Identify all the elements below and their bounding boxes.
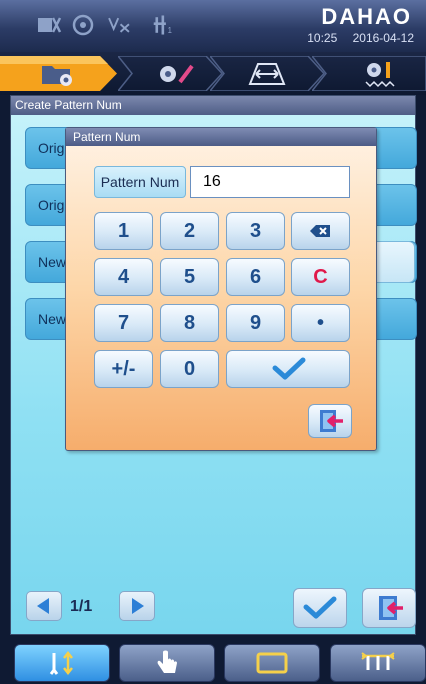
backspace-key[interactable] [291, 212, 350, 250]
key-5[interactable]: 5 [160, 258, 219, 296]
needle-position-icon: 1 [153, 15, 172, 35]
manual-button[interactable] [119, 644, 215, 682]
frame-icon [256, 652, 288, 674]
checkmark-icon [272, 357, 306, 380]
key-3[interactable]: 3 [226, 212, 285, 250]
tab-pattern-embroider[interactable] [312, 56, 426, 91]
exit-button[interactable] [362, 588, 416, 628]
key-2[interactable]: 2 [160, 212, 219, 250]
key-1[interactable]: 1 [94, 212, 153, 250]
checkmark-icon [303, 596, 337, 619]
page-title: Create Pattern Num [11, 96, 415, 115]
dialog-title: Pattern Num [66, 128, 376, 146]
plus-minus-key[interactable]: +/- [94, 350, 153, 388]
brand-logo: DAHAO [321, 4, 412, 29]
key-4[interactable]: 4 [94, 258, 153, 296]
key-6[interactable]: 6 [226, 258, 285, 296]
prev-page-button[interactable] [26, 591, 62, 621]
flower-stitch-icon [365, 62, 395, 88]
key-8[interactable]: 8 [160, 304, 219, 342]
tab-pattern-width[interactable] [210, 56, 325, 91]
dot-key[interactable]: • [291, 304, 350, 342]
arrow-right-icon [132, 598, 144, 614]
clear-key[interactable]: C [291, 258, 350, 296]
pattern-num-input[interactable]: 16 [190, 166, 350, 198]
key-0[interactable]: 0 [160, 350, 219, 388]
status-bar: 1 DAHAO 10:25 2016-04-12 [0, 0, 426, 52]
tab-pattern-manage[interactable] [0, 56, 118, 91]
page-indicator: 1/1 [70, 598, 93, 615]
clock: 10:25 2016-04-12 [307, 31, 414, 45]
pattern-card-icon [38, 17, 62, 33]
enter-key[interactable] [226, 350, 350, 388]
dialog-exit-button[interactable] [308, 404, 352, 438]
frame-button[interactable] [224, 644, 320, 682]
tab-pattern-edit[interactable] [118, 56, 223, 91]
exit-door-icon [320, 410, 343, 432]
time-text: 10:25 [307, 31, 338, 45]
needle-off-icon [108, 17, 130, 33]
hand-pointer-icon [157, 650, 177, 673]
key-7[interactable]: 7 [94, 304, 153, 342]
arrow-left-icon [37, 598, 49, 614]
next-page-button[interactable] [119, 591, 155, 621]
needle-updown-icon [49, 650, 73, 676]
stitch-mode-button[interactable] [14, 644, 110, 682]
pattern-num-dialog: Pattern Num Pattern Num 16 1 2 3 4 5 6 C… [65, 127, 377, 451]
svg-text:1: 1 [168, 26, 172, 35]
exit-door-icon [379, 596, 403, 620]
date-text: 2016-04-12 [352, 31, 414, 45]
confirm-button[interactable] [293, 588, 347, 628]
backspace-icon [310, 225, 330, 237]
bottom-toolbar [0, 638, 426, 684]
width-arrows-icon [248, 63, 286, 85]
flower-pen-icon [160, 64, 194, 84]
needles-icon [361, 652, 395, 670]
spool-icon [72, 14, 94, 36]
pattern-num-label: Pattern Num [94, 166, 186, 198]
folder-flower-icon [42, 66, 72, 86]
nav-tabs [0, 52, 426, 95]
needles-button[interactable] [330, 644, 426, 682]
key-9[interactable]: 9 [226, 304, 285, 342]
